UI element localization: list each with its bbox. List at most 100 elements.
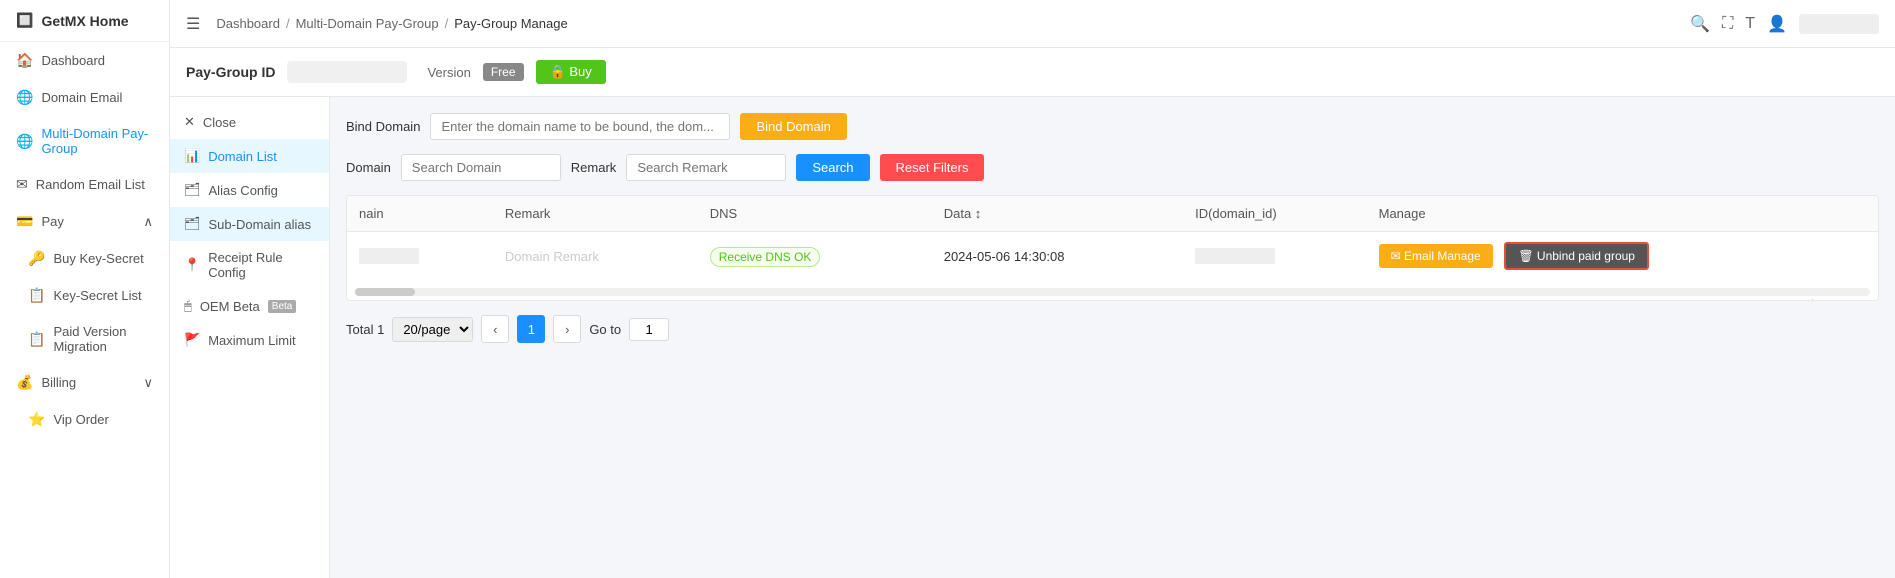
total-count: Total 1 [346,322,384,337]
cell-data: 2024-05-06 14:30:08 [932,232,1183,281]
col-remark: Remark [493,196,698,232]
panel-item-domain-list[interactable]: 📊 Domain List [170,139,329,173]
search-icon[interactable]: 🔍 [1690,14,1710,34]
panel-item-alias-config[interactable]: 🗂 Alias Config [170,173,329,207]
sidebar-item-vip-order[interactable]: ⭐ Vip Order [0,401,169,438]
col-manage: Manage [1367,196,1878,232]
remark-placeholder: Domain Remark [505,249,599,264]
chevron-down-icon: ∨ [143,375,153,391]
col-data: Data ↕ [932,196,1183,232]
bind-domain-button[interactable]: Bind Domain [740,113,846,140]
cell-manage: ✉ Email Manage 🗑 Unbind paid group ↑ [1367,232,1878,281]
domain-email-icon: 🌐 [16,89,33,106]
sidebar-item-dashboard[interactable]: 🏠 Dashboard [0,42,169,79]
beta-badge: Beta [268,300,297,313]
receipt-rule-icon: 📍 [184,257,200,273]
chevron-up-icon: ∧ [143,214,153,230]
cell-domain [347,232,493,281]
sidebar-item-domain-email[interactable]: 🌐 Domain Email [0,79,169,116]
font-icon[interactable]: T [1745,15,1755,33]
arrow-indicator-2: ↑ [1807,292,1818,301]
bind-domain-row: Bind Domain Bind Domain [346,113,1879,140]
next-page-button[interactable]: › [553,315,581,343]
sidebar-item-buy-key-secret[interactable]: 🔑 Buy Key-Secret [0,240,169,277]
panel-item-sub-domain-alias[interactable]: 🗂 Sub-Domain alias [170,207,329,241]
breadcrumb-current: Pay-Group Manage [454,16,567,31]
sub-domain-icon: 🗂 [184,216,201,232]
sidebar-item-billing[interactable]: 💰 Billing ∨ [0,364,169,401]
domain-table: nain Remark DNS Data ↕ ID(domain_id) Man… [346,195,1879,301]
close-icon: ✕ [184,114,195,130]
user-info [1799,14,1879,34]
filter-row: Domain Remark Search Reset Filters [346,154,1879,181]
remark-filter-label: Remark [571,160,617,175]
panel-item-receipt-rule[interactable]: 📍 Receipt Rule Config [170,241,329,289]
billing-icon: 💰 [16,374,33,391]
pagination-row: Total 1 10/page20/page50/page ‹ 1 › Go t… [346,315,1879,343]
col-domain: nain [347,196,493,232]
max-limit-icon: 🚩 [184,332,200,348]
domain-filter-label: Domain [346,160,391,175]
migration-icon: 📋 [28,331,45,348]
version-label: Version [427,65,470,80]
avatar-icon[interactable]: 👤 [1767,14,1787,34]
logo-icon: 🔲 [16,12,33,29]
vip-icon: ⭐ [28,411,45,428]
breadcrumb-dashboard[interactable]: Dashboard [216,16,280,31]
id-value [1195,248,1275,264]
scroll-bar[interactable] [355,288,1870,296]
unbind-highlight-box: 🗑 Unbind paid group [1504,242,1649,270]
header: ☰ Dashboard / Multi-Domain Pay-Group / P… [170,0,1895,48]
cell-dns: Receive DNS OK [698,232,932,281]
header-right: 🔍 ⛶ T 👤 [1690,14,1879,34]
breadcrumb-multi-domain[interactable]: Multi-Domain Pay-Group [296,16,439,31]
sidebar-item-paid-migration[interactable]: 📋 Paid Version Migration [0,314,169,364]
header-left: ☰ Dashboard / Multi-Domain Pay-Group / P… [186,14,568,34]
sidebar-logo[interactable]: 🔲 GetMX Home [0,0,169,42]
pay-group-label: Pay-Group ID [186,64,275,80]
menu-icon[interactable]: ☰ [186,14,200,34]
remark-search-input[interactable] [626,154,786,181]
left-panel: ✕ Close 📊 Domain List 🗂 Alias Config 🗂 S… [170,97,330,578]
page-1-button[interactable]: 1 [517,315,545,343]
pay-icon: 💳 [16,213,33,230]
panel-close-item[interactable]: ✕ Close [170,105,329,139]
key-list-icon: 📋 [28,287,45,304]
key-secret-icon: 🔑 [28,250,45,267]
goto-input[interactable] [629,318,669,341]
scroll-thumb[interactable] [355,288,415,296]
alias-config-icon: 🗂 [184,182,201,198]
per-page-select[interactable]: 10/page20/page50/page [392,317,473,342]
domain-list-icon: 📊 [184,148,200,164]
reset-filters-button[interactable]: Reset Filters [880,154,985,181]
sidebar-item-pay[interactable]: 💳 Pay ∧ [0,203,169,240]
multi-domain-icon: 🌐 [16,133,33,150]
table-row: Domain Remark Receive DNS OK 2024-05-06 … [347,232,1878,281]
search-button[interactable]: Search [796,154,869,181]
random-email-icon: ✉ [16,176,28,193]
domain-value [359,248,419,264]
buy-button[interactable]: 🔒 Buy [536,60,606,84]
email-manage-button[interactable]: ✉ Email Manage [1379,244,1493,268]
sidebar-item-key-secret-list[interactable]: 📋 Key-Secret List [0,277,169,314]
breadcrumb: Dashboard / Multi-Domain Pay-Group / Pay… [216,16,567,31]
dns-badge: Receive DNS OK [710,247,821,267]
prev-page-button[interactable]: ‹ [481,315,509,343]
oem-icon: 🖱 [184,298,192,314]
col-dns: DNS [698,196,932,232]
free-badge: Free [483,63,524,81]
pay-group-id [287,61,407,83]
unbind-paid-group-button[interactable]: 🗑 Unbind paid group [1504,242,1649,270]
bind-domain-input[interactable] [430,113,730,140]
cell-remark: Domain Remark [493,232,698,281]
bind-domain-label: Bind Domain [346,119,420,134]
panel-item-maximum-limit[interactable]: 🚩 Maximum Limit [170,323,329,357]
domain-search-input[interactable] [401,154,561,181]
fullscreen-icon[interactable]: ⛶ [1722,15,1733,33]
sidebar-item-random-email[interactable]: ✉ Random Email List [0,166,169,203]
goto-label: Go to [589,322,621,337]
scroll-area [347,280,1878,300]
sidebar-item-multi-domain[interactable]: 🌐 Multi-Domain Pay-Group [0,116,169,166]
panel-item-oem[interactable]: 🖱 OEM Beta Beta [170,289,329,323]
cell-id [1183,232,1367,281]
